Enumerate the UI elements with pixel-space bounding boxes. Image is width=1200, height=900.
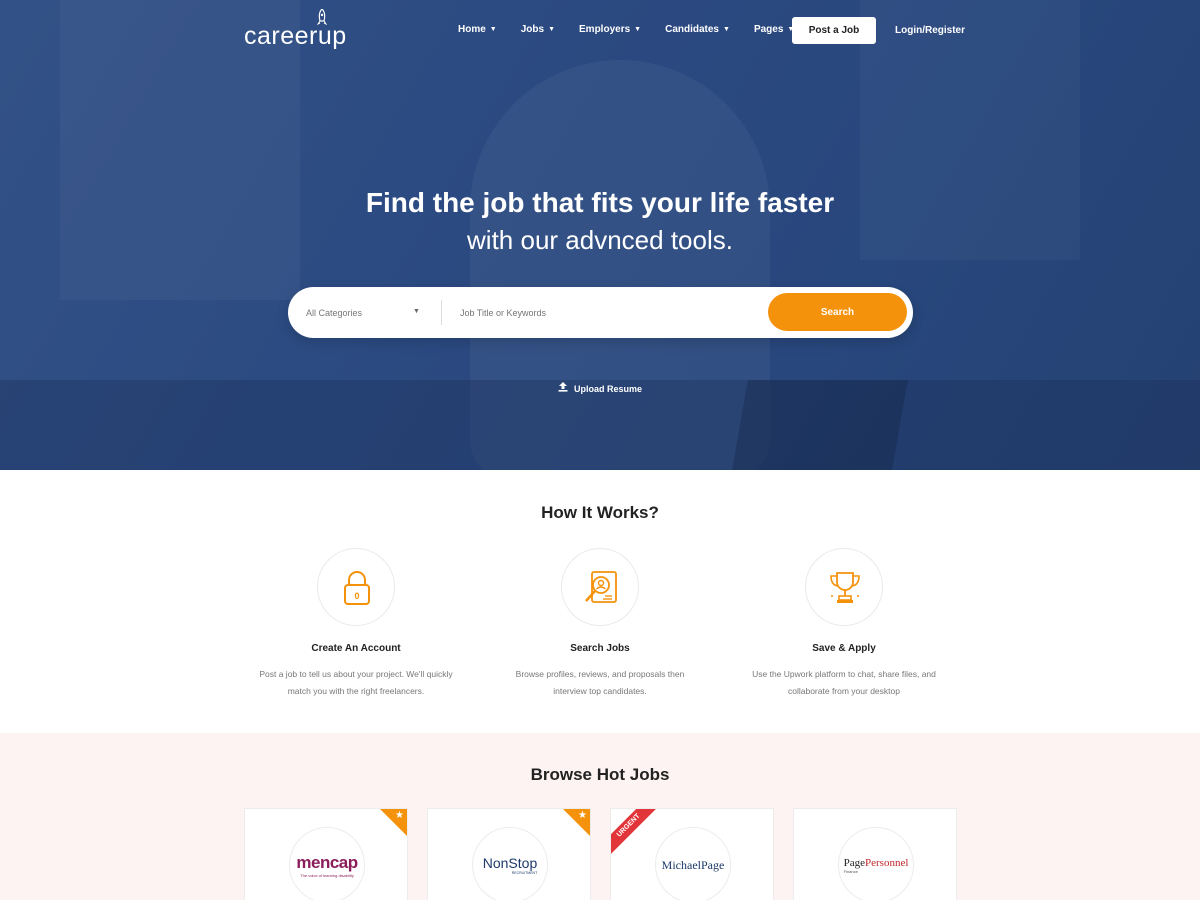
- urgent-badge: URGENT: [611, 809, 663, 860]
- site-logo[interactable]: careerup: [244, 8, 347, 51]
- how-it-works-title: How It Works?: [541, 503, 659, 522]
- chevron-down-icon: ▼: [413, 308, 420, 315]
- chevron-down-icon: ▼: [723, 26, 730, 33]
- step-desc: Browse profiles, reviews, and proposals …: [515, 669, 685, 696]
- step-title: Create An Account: [311, 643, 401, 654]
- nav-pages[interactable]: Pages ▼: [754, 24, 794, 35]
- svg-text:0: 0: [354, 591, 359, 601]
- trophy-icon: [830, 572, 860, 603]
- logo-text: careerup: [244, 22, 347, 50]
- chevron-down-icon: ▼: [489, 26, 497, 33]
- upload-resume-link[interactable]: Upload Resume: [0, 382, 1200, 395]
- post-job-button[interactable]: Post a Job: [792, 17, 876, 44]
- step-search-jobs: Search Jobs Browse profiles, reviews, an…: [480, 548, 720, 700]
- headline-line2: with our advnced tools.: [467, 225, 733, 255]
- job-card[interactable]: URGENT MichaelPage: [610, 808, 774, 900]
- chevron-down-icon: ▼: [634, 26, 642, 33]
- search-divider: [441, 300, 442, 325]
- job-card[interactable]: ★ NonStop RECRUITMENT: [427, 808, 591, 900]
- main-nav: Home ▼ Jobs ▼ Employers ▼ Candidates ▼ Pages…: [458, 24, 818, 35]
- company-logo: NonStop RECRUITMENT: [472, 827, 548, 900]
- hero-headline: Find the job that fits your life faster …: [0, 187, 1200, 256]
- star-icon: ★: [395, 810, 404, 821]
- category-select[interactable]: All Categories: [306, 287, 426, 338]
- search-document-icon: [585, 571, 617, 603]
- browse-hot-jobs-section: Browse Hot Jobs ★ mencap The voice of le…: [0, 733, 1200, 900]
- hero-section: careerup Home ▼ Jobs ▼ Employers ▼ Candidat…: [0, 0, 1200, 470]
- step-icon-circle: [805, 548, 883, 626]
- step-save-apply: Save & Apply Use the Upwork platform to …: [724, 548, 964, 700]
- headline-line1: Find the job that fits your life faster: [365, 187, 835, 218]
- browse-title: Browse Hot Jobs: [530, 765, 670, 784]
- upload-icon: [558, 382, 568, 395]
- step-icon-circle: [561, 548, 639, 626]
- step-desc: Post a job to tell us about your project…: [259, 669, 453, 696]
- step-icon-circle: 0: [317, 548, 395, 626]
- chevron-down-icon: ▼: [548, 26, 556, 33]
- company-logo: mencap The voice of learning disability: [289, 827, 365, 900]
- lock-icon: 0: [344, 571, 370, 605]
- nav-employers[interactable]: Employers ▼: [579, 24, 641, 35]
- company-logo: MichaelPage: [655, 827, 731, 900]
- nav-jobs[interactable]: Jobs ▼: [521, 24, 555, 35]
- company-logo: PagePersonnel Finance: [838, 827, 914, 900]
- keywords-input[interactable]: [460, 304, 740, 322]
- job-card[interactable]: PagePersonnel Finance: [793, 808, 957, 900]
- step-create-account: 0 Create An Account Post a job to tell u…: [236, 548, 476, 700]
- nav-candidates[interactable]: Candidates ▼: [665, 24, 730, 35]
- step-title: Search Jobs: [570, 643, 630, 654]
- step-title: Save & Apply: [812, 643, 876, 654]
- job-card[interactable]: ★ mencap The voice of learning disabilit…: [244, 808, 408, 900]
- rocket-icon: [316, 8, 328, 30]
- job-search-bar: All Categories ▼ Search: [288, 287, 913, 338]
- star-icon: ★: [578, 810, 587, 821]
- search-button[interactable]: Search: [768, 293, 907, 331]
- step-desc: Use the Upwork platform to chat, share f…: [752, 669, 936, 696]
- login-register-link[interactable]: Login/Register: [895, 25, 965, 36]
- nav-home[interactable]: Home ▼: [458, 24, 497, 35]
